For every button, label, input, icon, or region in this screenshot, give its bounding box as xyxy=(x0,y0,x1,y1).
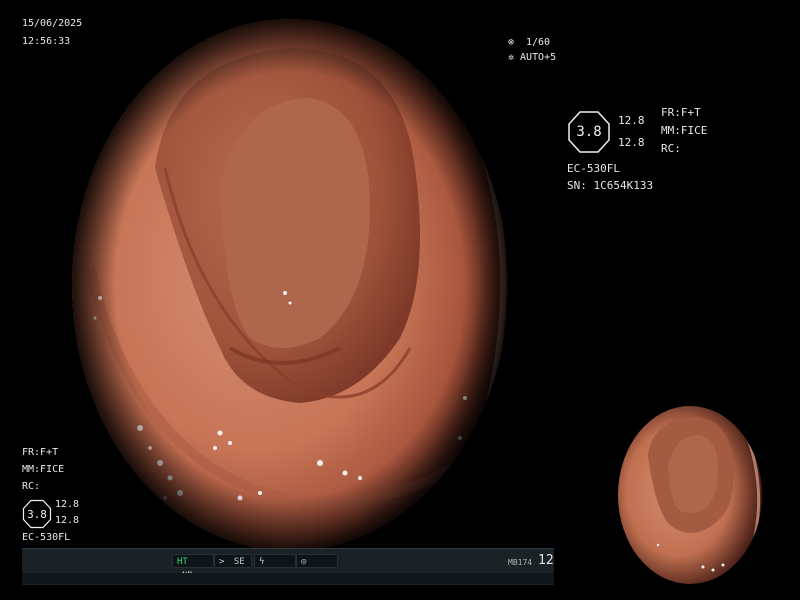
session-id-text: MB174 xyxy=(508,558,533,567)
rc-left-text: RC: xyxy=(22,481,41,492)
pip-endoscope-view xyxy=(618,405,763,585)
zoom-indicator: ϟ xyxy=(254,554,296,568)
mode-indicator: ◎ xyxy=(296,554,338,568)
mm-text: MM:FICE xyxy=(661,124,708,137)
status-bar-bottom-row xyxy=(22,573,554,584)
hex-value-badge: 3.8 xyxy=(567,110,611,154)
fr-left-text: FR:F+T xyxy=(22,447,59,458)
circle-mode-icon: ◎ xyxy=(301,557,307,567)
iris-icon: ✲ xyxy=(508,52,515,63)
frame-number-text: 12 xyxy=(538,553,554,568)
value-b-text: 12.8 xyxy=(618,136,645,149)
rc-text: RC: xyxy=(661,142,681,155)
shutter-icon: ⊗ xyxy=(508,37,515,48)
pip-colon-image xyxy=(618,406,762,584)
status-bar: HT NR > SE ϟ ◎ MB174 12 xyxy=(22,548,554,585)
time-text: 12:56:33 xyxy=(22,36,71,47)
status-bar-top-row: HT NR > SE ϟ ◎ MB174 12 xyxy=(22,551,554,581)
hex-value-left-text: 3.8 xyxy=(27,507,47,521)
lightning-icon: ϟ xyxy=(259,557,265,567)
value-b-left-text: 12.8 xyxy=(55,515,80,526)
iris-text: AUTO+5 xyxy=(520,52,557,63)
serial-number-text: SN: 1C654K133 xyxy=(567,179,654,192)
value-a-text: 12.8 xyxy=(618,114,645,127)
se-label: SE xyxy=(233,557,245,567)
ht-label: HT xyxy=(177,557,188,567)
shutter-speed-text: 1/60 xyxy=(526,37,551,48)
contrast-icon: > xyxy=(219,557,225,567)
hex-value-text: 3.8 xyxy=(576,124,602,140)
main-endoscope-view xyxy=(70,18,510,553)
date-text: 15/06/2025 xyxy=(22,18,83,29)
value-a-left-text: 12.8 xyxy=(55,499,80,510)
fr-text: FR:F+T xyxy=(661,106,701,119)
ht-nr-indicator: HT NR xyxy=(172,554,214,581)
mm-left-text: MM:FICE xyxy=(22,464,65,475)
se-indicator: > SE xyxy=(214,554,252,568)
colon-lumen-image xyxy=(72,19,508,551)
scope-model-text: EC-530FL xyxy=(567,162,620,175)
scope-model-left-text: EC-530FL xyxy=(22,532,71,543)
hex-value-left-badge: 3.8 xyxy=(22,499,52,529)
